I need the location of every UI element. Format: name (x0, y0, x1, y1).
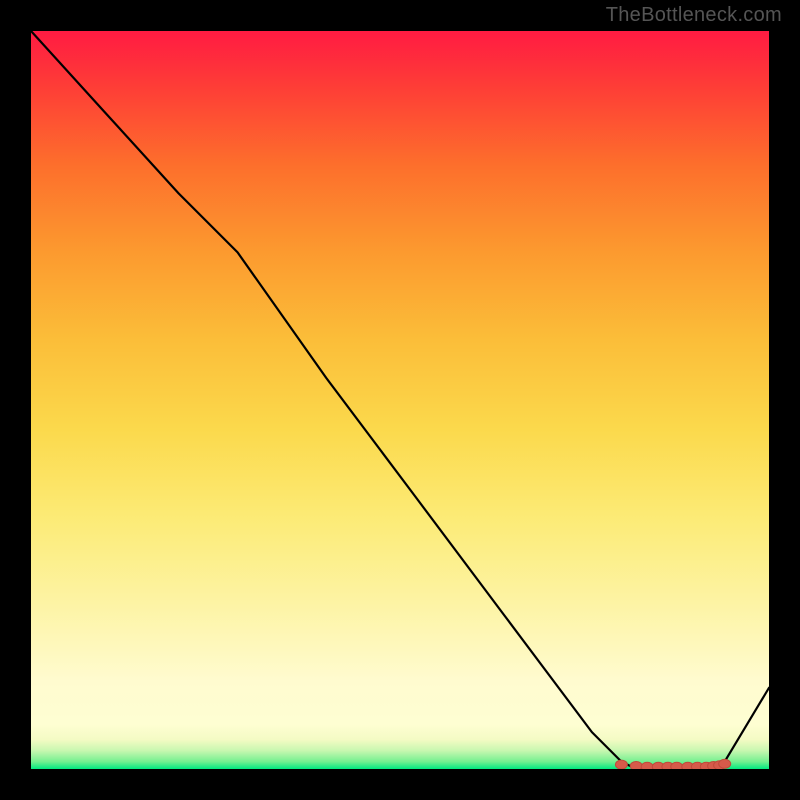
marker-cluster (615, 759, 730, 769)
bottleneck-curve (31, 31, 769, 769)
chart-container: TheBottleneck.com (0, 0, 800, 800)
chart-overlay (31, 31, 769, 769)
watermark-text: TheBottleneck.com (606, 4, 782, 27)
